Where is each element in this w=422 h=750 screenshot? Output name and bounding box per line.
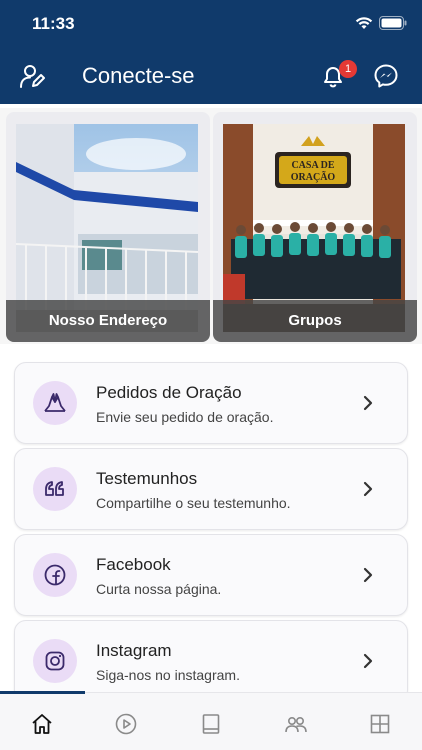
icon-circle bbox=[33, 639, 77, 683]
tile-label: Grupos bbox=[213, 300, 417, 342]
status-bar: 11:33 bbox=[0, 14, 422, 36]
quote-icon bbox=[45, 481, 64, 496]
svg-text:ORAÇÃO: ORAÇÃO bbox=[291, 171, 336, 183]
page-title: Conecte-se bbox=[82, 63, 195, 88]
tile-grupos[interactable]: CASA DE ORAÇÃO Grupos bbox=[213, 112, 417, 342]
grid-icon bbox=[370, 714, 390, 734]
list-item-subtitle: Envie seu pedido de oração. bbox=[96, 409, 274, 425]
tab-videos[interactable] bbox=[84, 693, 168, 750]
instagram-icon bbox=[45, 651, 65, 671]
people-icon bbox=[285, 717, 307, 733]
bottom-tab-bar bbox=[0, 691, 422, 750]
list-item-instagram[interactable]: Instagram Siga-nos no instagram. bbox=[14, 620, 408, 702]
app-bar: Conecte-se 1 bbox=[0, 58, 422, 96]
list-item-subtitle: Siga-nos no instagram. bbox=[96, 667, 240, 683]
chevron-right-icon bbox=[363, 395, 373, 411]
list-item-title: Instagram bbox=[96, 641, 172, 660]
list-item-facebook[interactable]: Facebook Curta nossa página. bbox=[14, 534, 408, 616]
chevron-right-icon bbox=[363, 481, 373, 497]
book-icon bbox=[202, 714, 220, 734]
tile-label: Nosso Endereço bbox=[6, 300, 210, 342]
tab-home[interactable] bbox=[0, 693, 84, 750]
svg-text:CASA DE: CASA DE bbox=[291, 160, 334, 171]
app-header: 11:33 Conecte-se 1 bbox=[0, 0, 422, 104]
list-item-title: Pedidos de Oração bbox=[96, 383, 242, 402]
tab-more[interactable] bbox=[338, 693, 422, 750]
battery-icon bbox=[379, 16, 407, 30]
tab-people[interactable] bbox=[254, 693, 338, 750]
featured-tiles: Nosso Endereço CASA DE ORAÇÃO Grupos bbox=[0, 108, 422, 344]
chevron-right-icon bbox=[363, 653, 373, 669]
list-item-subtitle: Curta nossa página. bbox=[96, 581, 222, 597]
praying-hands-icon bbox=[44, 393, 66, 412]
play-icon bbox=[115, 713, 137, 735]
icon-circle bbox=[33, 467, 77, 511]
status-time: 11:33 bbox=[32, 14, 75, 33]
tab-book[interactable] bbox=[169, 693, 253, 750]
list-item-title: Facebook bbox=[96, 555, 171, 574]
list-item-title: Testemunhos bbox=[96, 469, 198, 488]
messenger-icon[interactable] bbox=[373, 63, 399, 89]
icon-circle bbox=[33, 381, 77, 425]
list-item-pedidos-oracao[interactable]: Pedidos de Oração Envie seu pedido de or… bbox=[14, 362, 408, 444]
wifi-icon bbox=[355, 17, 373, 29]
facebook-icon bbox=[44, 564, 66, 586]
icon-circle bbox=[33, 553, 77, 597]
profile-edit-icon[interactable] bbox=[19, 63, 45, 89]
list-item-subtitle: Compartilhe o seu testemunho. bbox=[96, 495, 291, 511]
chevron-right-icon bbox=[363, 567, 373, 583]
notification-badge: 1 bbox=[339, 60, 357, 78]
tile-nosso-endereco[interactable]: Nosso Endereço bbox=[6, 112, 210, 342]
list-item-testemunhos[interactable]: Testemunhos Compartilhe o seu testemunho… bbox=[14, 448, 408, 530]
home-icon bbox=[32, 714, 52, 734]
